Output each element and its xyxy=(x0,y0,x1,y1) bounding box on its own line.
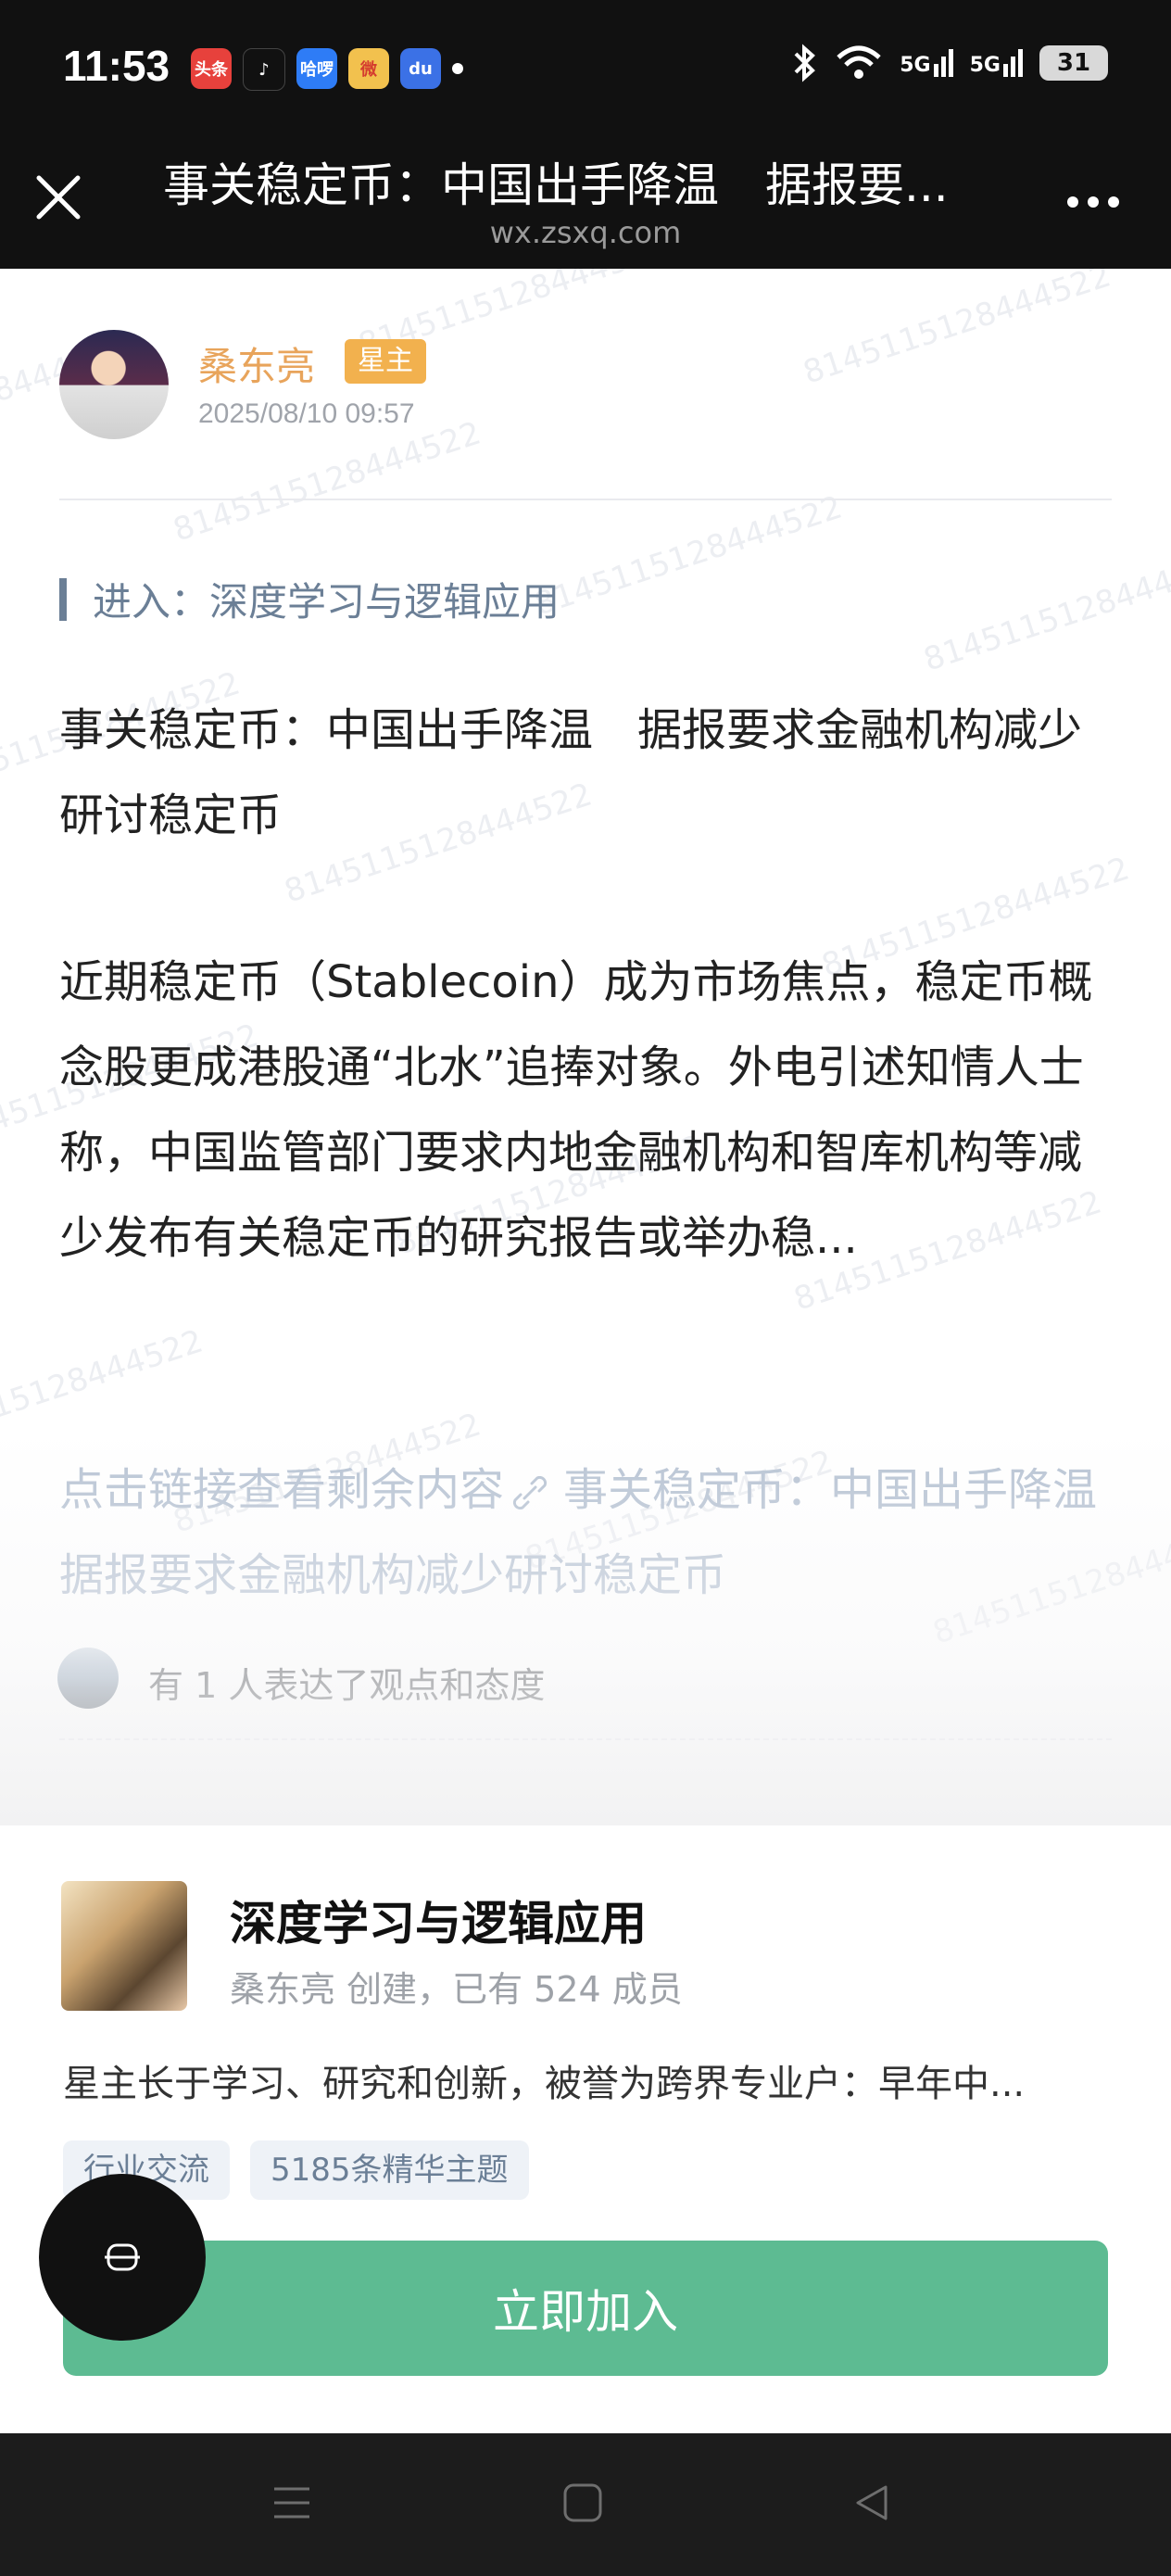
haluo-icon: 哈啰 xyxy=(296,48,337,89)
reactor-avatar xyxy=(57,1648,119,1709)
floating-tool-button[interactable] xyxy=(39,2174,206,2341)
watermark-text: 8145115128444522 xyxy=(919,544,1171,679)
douyin-icon: ♪ xyxy=(243,48,285,91)
status-time: 11:53 xyxy=(63,42,170,90)
baidu-icon: du xyxy=(400,48,441,89)
dashed-divider xyxy=(59,1738,1112,1740)
group-cover-image xyxy=(61,1881,187,2011)
page-title: 事关稳定币：中国出手降温 据报要... xyxy=(163,158,949,212)
post-date: 2025/08/10 09:57 xyxy=(198,398,415,429)
watermark-text: 8145115128444522 xyxy=(0,1322,208,1458)
group-meta: 桑东亮 创建，已有 524 成员 xyxy=(230,1969,683,2010)
battery-icon: 31 xyxy=(1039,45,1108,81)
author-name[interactable]: 桑东亮 xyxy=(198,335,315,392)
read-more-link[interactable]: 点击链接查看剩余内容 事关稳定币：中国出手降温 据报要求金融机构减少研讨稳定币 xyxy=(59,1447,1141,1618)
system-status-icons: 5G 5G 31 xyxy=(792,43,1108,83)
watermark-text: 8145115128444522 xyxy=(799,269,1115,392)
accent-bar xyxy=(59,577,67,621)
owner-badge: 星主 xyxy=(345,339,426,384)
join-button[interactable]: 立即加入 xyxy=(63,2241,1108,2376)
group-description: 星主长于学习、研究和创新，被誉为跨界专业户：早年中... xyxy=(63,2063,1026,2105)
group-name: 深度学习与逻辑应用 xyxy=(230,1897,647,1951)
system-navigation-bar xyxy=(0,2433,1171,2576)
group-entry-link[interactable]: 进入：深度学习与逻辑应用 xyxy=(59,571,560,627)
home-icon[interactable] xyxy=(561,2481,604,2524)
author-avatar[interactable] xyxy=(59,330,169,439)
toutiao-icon: 头条 xyxy=(191,48,232,89)
page-url: wx.zsxq.com xyxy=(489,215,682,250)
reaction-summary[interactable]: 有 1 人表达了观点和态度 xyxy=(148,1657,545,1708)
divider xyxy=(59,499,1112,500)
notification-app-icons: 头条 ♪ 哈啰 微 du xyxy=(191,48,463,91)
post-title: 事关稳定币：中国出手降温 据报要求金融机构减少研讨稳定币 xyxy=(59,704,1083,841)
menu-icon[interactable] xyxy=(271,2481,313,2524)
signal-2-icon: 5G xyxy=(970,49,1023,77)
group-entry-label: 进入：深度学习与逻辑应用 xyxy=(93,579,560,625)
back-icon[interactable] xyxy=(850,2481,893,2524)
post-body: 近期稳定币（Stablecoin）成为市场焦点，稳定币概念股更成港股通“北水”追… xyxy=(59,956,1093,1264)
status-bar: 11:53 头条 ♪ 哈啰 微 du 5G 5G 31 xyxy=(0,0,1171,139)
signal-1-icon: 5G xyxy=(900,49,953,77)
link-prompt: 点击链接查看剩余内容 xyxy=(59,1464,505,1516)
link-icon xyxy=(512,1476,548,1509)
tag-featured-topics: 5185条精华主题 xyxy=(250,2140,529,2200)
watermark-text: 8145115128444522 xyxy=(169,414,485,549)
watermark-text: 8145115128444522 xyxy=(530,488,847,624)
weibo-icon: 微 xyxy=(348,48,389,89)
scan-icon xyxy=(105,2243,140,2271)
bluetooth-icon xyxy=(794,44,816,82)
more-notifications-icon xyxy=(452,63,463,74)
more-options-icon[interactable] xyxy=(1067,196,1119,208)
wifi-icon xyxy=(837,45,881,79)
